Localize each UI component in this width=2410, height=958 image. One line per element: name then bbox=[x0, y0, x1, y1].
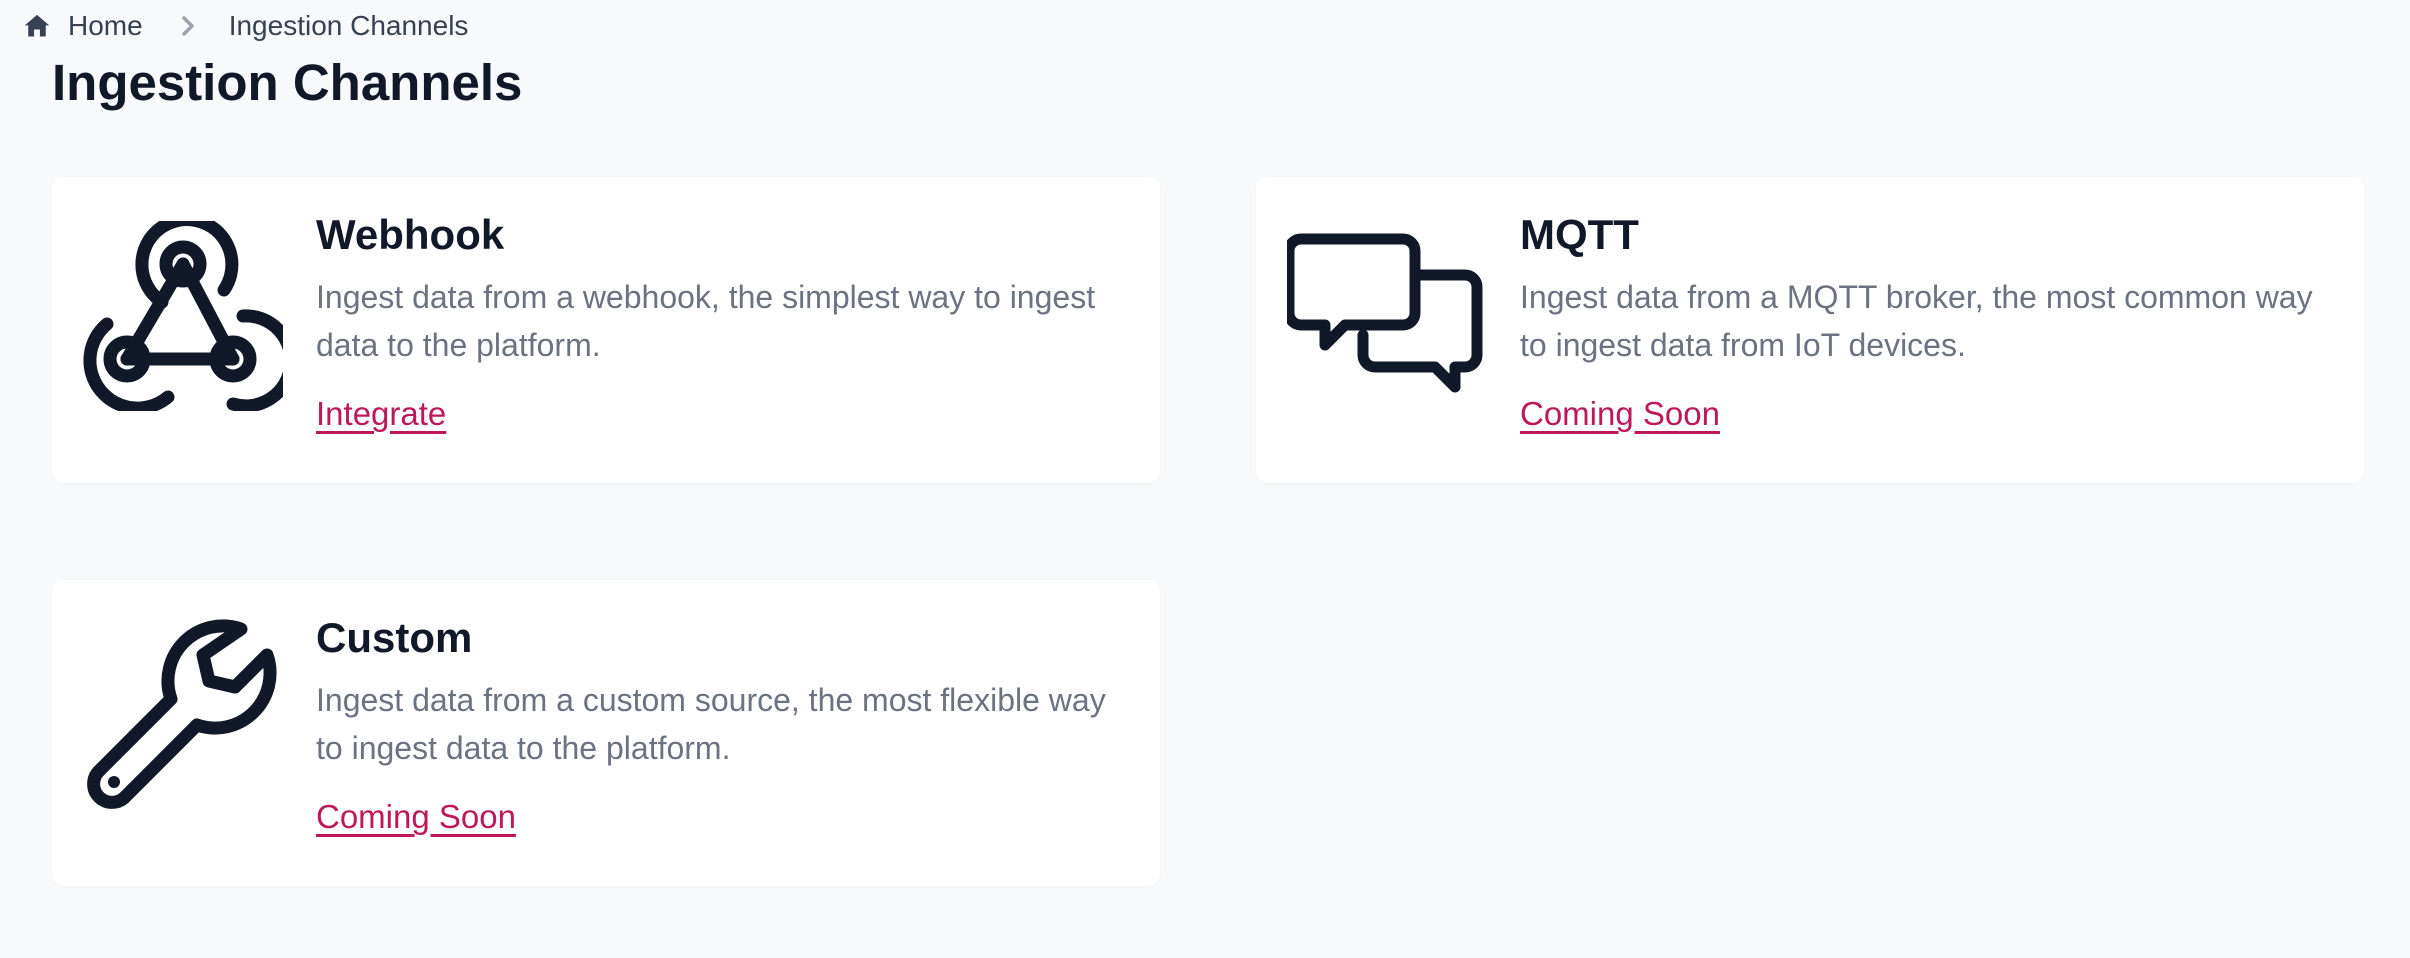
home-icon[interactable] bbox=[22, 11, 52, 41]
coming-soon-link[interactable]: Coming Soon bbox=[316, 798, 516, 836]
breadcrumb-current: Ingestion Channels bbox=[228, 10, 469, 41]
page-title: Ingestion Channels bbox=[52, 54, 523, 111]
channel-description: Ingest data from a MQTT broker, the most… bbox=[1520, 279, 2313, 363]
chevron-right-icon bbox=[177, 15, 199, 37]
wrench-icon bbox=[82, 618, 284, 820]
channel-card-custom: Custom Ingest data from a custom source,… bbox=[52, 580, 1160, 886]
channel-card-webhook: Webhook Ingest data from a webhook, the … bbox=[52, 177, 1160, 483]
breadcrumb-home-link[interactable]: Home bbox=[68, 10, 143, 42]
coming-soon-link[interactable]: Coming Soon bbox=[1520, 395, 1720, 433]
webhook-icon bbox=[82, 215, 284, 417]
breadcrumb: Home Ingestion Channels bbox=[22, 6, 468, 46]
channel-title: Custom bbox=[316, 614, 473, 661]
channel-description: Ingest data from a custom source, the mo… bbox=[316, 682, 1106, 766]
chat-bubbles-icon bbox=[1286, 215, 1488, 417]
channel-title: MQTT bbox=[1520, 211, 1639, 258]
channel-description: Ingest data from a webhook, the simplest… bbox=[316, 279, 1096, 363]
channel-title: Webhook bbox=[316, 211, 505, 258]
channel-card-mqtt: MQTT Ingest data from a MQTT broker, the… bbox=[1256, 177, 2364, 483]
integrate-link[interactable]: Integrate bbox=[316, 395, 446, 433]
